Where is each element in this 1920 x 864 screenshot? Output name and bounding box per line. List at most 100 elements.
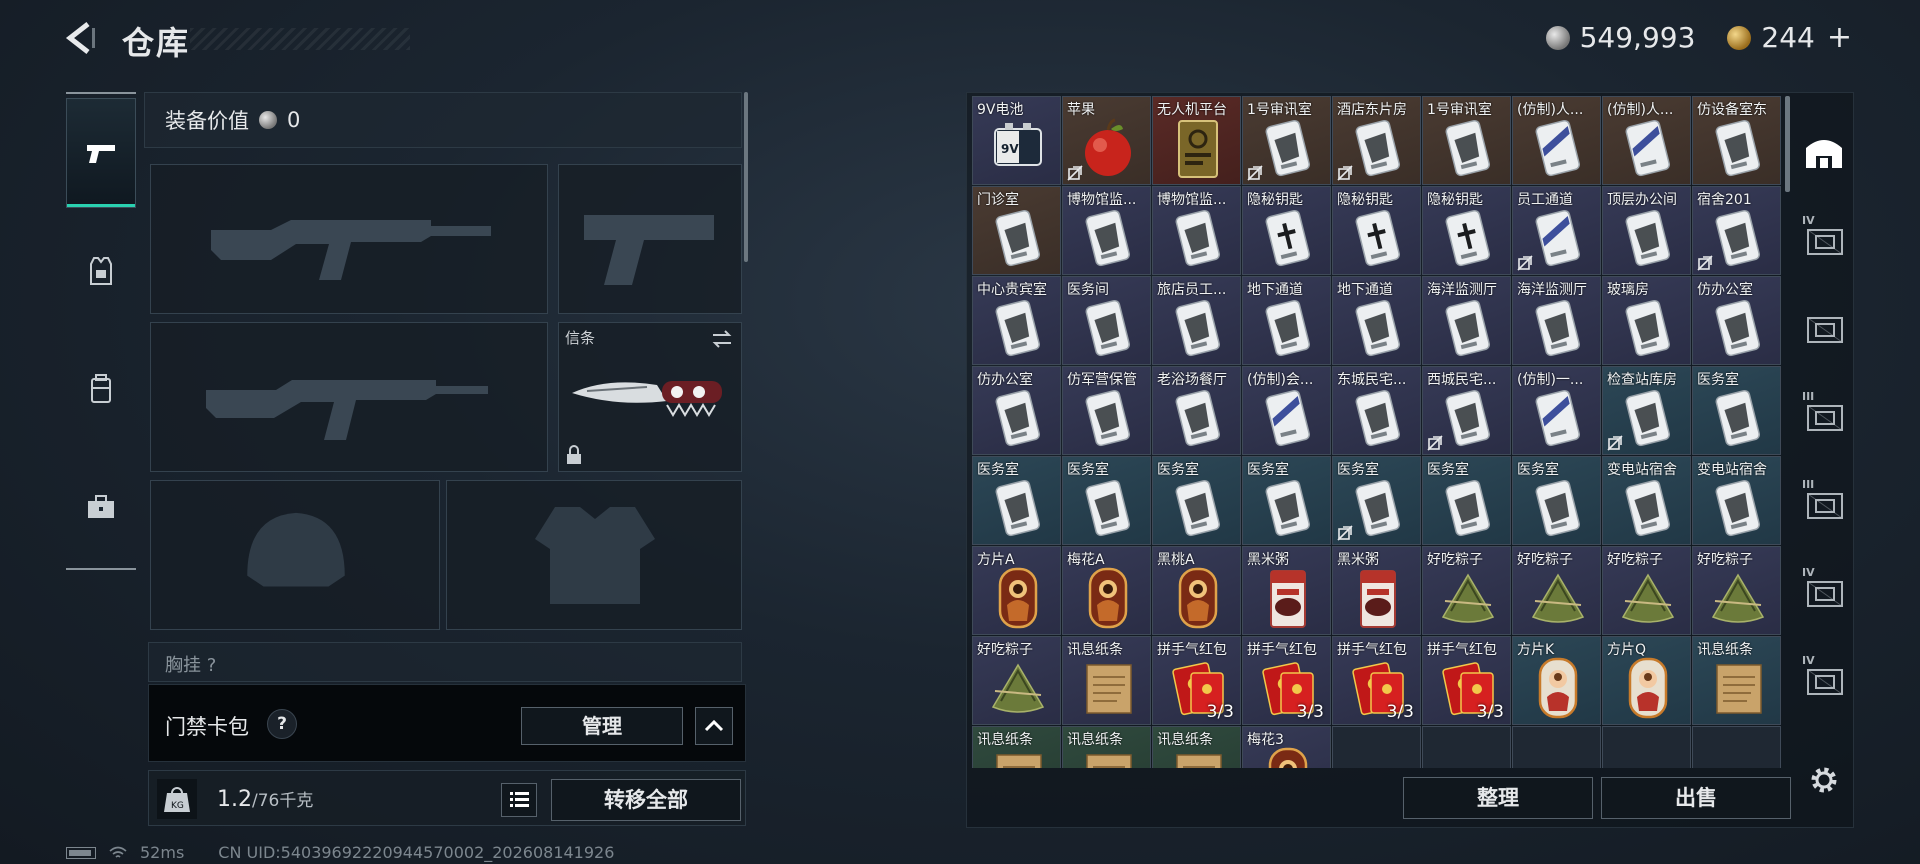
storage-item[interactable]: 拼手气红包 3/3 bbox=[1152, 636, 1241, 725]
pistol-slot[interactable] bbox=[558, 164, 742, 314]
container-tab-5[interactable]: III bbox=[1796, 460, 1852, 548]
storage-item[interactable]: (仿制)一... bbox=[1512, 366, 1601, 455]
storage-item[interactable]: 隐秘钥匙 bbox=[1242, 186, 1331, 275]
storage-item[interactable]: 变电站宿舍 bbox=[1692, 456, 1781, 545]
storage-item[interactable]: 医务室 bbox=[972, 456, 1061, 545]
storage-item[interactable]: 方片A bbox=[972, 546, 1061, 635]
storage-item[interactable]: 医务室 bbox=[1242, 456, 1331, 545]
storage-item[interactable]: 拼手气红包 3/3 bbox=[1332, 636, 1421, 725]
container-tab-7[interactable]: IV bbox=[1796, 636, 1852, 724]
storage-item[interactable]: 博物馆监... bbox=[1062, 186, 1151, 275]
storage-item[interactable]: 方片Q bbox=[1602, 636, 1691, 725]
storage-item[interactable]: 地下通道 bbox=[1242, 276, 1331, 365]
storage-item[interactable]: 黑桃A bbox=[1152, 546, 1241, 635]
empty-storage-slot[interactable] bbox=[1512, 726, 1601, 768]
storage-item[interactable]: 检查站库房 bbox=[1602, 366, 1691, 455]
storage-item[interactable]: 隐秘钥匙 bbox=[1332, 186, 1421, 275]
rail-item-weapons[interactable] bbox=[66, 98, 136, 208]
storage-item[interactable]: 仿办公室 bbox=[1692, 276, 1781, 365]
storage-item[interactable]: 东城民宅... bbox=[1332, 366, 1421, 455]
helmet-slot[interactable] bbox=[150, 480, 440, 630]
storage-item[interactable]: 拼手气红包 3/3 bbox=[1422, 636, 1511, 725]
sort-button[interactable]: 整理 bbox=[1403, 777, 1593, 819]
storage-item[interactable]: 仿办公室 bbox=[972, 366, 1061, 455]
empty-storage-slot[interactable] bbox=[1332, 726, 1421, 768]
storage-item[interactable]: (仿制)人... bbox=[1602, 96, 1691, 185]
container-tab-1[interactable] bbox=[1796, 108, 1852, 196]
storage-item[interactable]: 1号审讯室 bbox=[1242, 96, 1331, 185]
storage-item[interactable]: 玻璃房 bbox=[1602, 276, 1691, 365]
settings-button[interactable] bbox=[1806, 762, 1842, 798]
storage-item[interactable]: 好吃粽子 bbox=[1512, 546, 1601, 635]
storage-item[interactable]: 海洋监测厅 bbox=[1422, 276, 1511, 365]
transfer-all-button[interactable]: 转移全部 bbox=[551, 779, 741, 821]
add-currency-button[interactable]: + bbox=[1827, 20, 1852, 55]
rail-item-toolbox[interactable] bbox=[66, 448, 136, 566]
body-armor-slot[interactable] bbox=[446, 480, 742, 630]
empty-storage-slot[interactable] bbox=[1692, 726, 1781, 768]
storage-item[interactable]: 讯息纸条 bbox=[1152, 726, 1241, 768]
storage-item[interactable]: 博物馆监... bbox=[1152, 186, 1241, 275]
storage-item[interactable]: 9V电池 9V bbox=[972, 96, 1061, 185]
container-tab-4[interactable]: III bbox=[1796, 372, 1852, 460]
storage-item[interactable]: 医务室 bbox=[1422, 456, 1511, 545]
storage-item[interactable]: 好吃粽子 bbox=[1422, 546, 1511, 635]
storage-item[interactable]: 西城民宅... bbox=[1422, 366, 1511, 455]
keycard-help-button[interactable]: ? bbox=[267, 709, 297, 739]
rail-item-backpack[interactable] bbox=[66, 330, 136, 448]
equipment-scrollbar[interactable] bbox=[744, 92, 748, 262]
storage-item[interactable]: 1号审讯室 bbox=[1422, 96, 1511, 185]
container-tab-3[interactable] bbox=[1796, 284, 1852, 372]
storage-item[interactable]: 员工通道 bbox=[1512, 186, 1601, 275]
storage-scrollbar[interactable] bbox=[1785, 96, 1790, 192]
storage-item[interactable]: 隐秘钥匙 bbox=[1422, 186, 1511, 275]
storage-item[interactable]: 方片K bbox=[1512, 636, 1601, 725]
container-tab-2[interactable]: IV bbox=[1796, 196, 1852, 284]
storage-item[interactable]: 讯息纸条 bbox=[1062, 726, 1151, 768]
back-button[interactable] bbox=[64, 20, 100, 56]
storage-item[interactable]: 仿军营保管 bbox=[1062, 366, 1151, 455]
sell-button[interactable]: 出售 bbox=[1601, 777, 1791, 819]
storage-item[interactable]: 医务间 bbox=[1062, 276, 1151, 365]
storage-item[interactable]: 医务室 bbox=[1332, 456, 1421, 545]
storage-item[interactable]: 讯息纸条 bbox=[1692, 636, 1781, 725]
storage-item[interactable]: 梅花3 bbox=[1242, 726, 1331, 768]
storage-item[interactable]: 医务室 bbox=[1062, 456, 1151, 545]
storage-item[interactable]: 老浴场餐厅 bbox=[1152, 366, 1241, 455]
list-view-button[interactable] bbox=[501, 783, 537, 817]
manage-button[interactable]: 管理 bbox=[521, 707, 683, 745]
rail-item-armor[interactable] bbox=[66, 212, 136, 330]
storage-item[interactable]: 旅店员工... bbox=[1152, 276, 1241, 365]
storage-item[interactable]: 好吃粽子 bbox=[1692, 546, 1781, 635]
chest-rig-slot[interactable]: 胸挂 ? bbox=[148, 642, 742, 682]
storage-item[interactable]: 变电站宿舍 bbox=[1602, 456, 1691, 545]
storage-item[interactable]: 医务室 bbox=[1512, 456, 1601, 545]
storage-item[interactable]: 好吃粽子 bbox=[1602, 546, 1691, 635]
collapse-button[interactable] bbox=[695, 707, 733, 745]
storage-item[interactable]: 拼手气红包 3/3 bbox=[1242, 636, 1331, 725]
storage-item[interactable]: 讯息纸条 bbox=[972, 726, 1061, 768]
storage-item[interactable]: 地下通道 bbox=[1332, 276, 1421, 365]
storage-item[interactable]: 医务室 bbox=[1692, 366, 1781, 455]
storage-item[interactable]: 酒店东片房 bbox=[1332, 96, 1421, 185]
storage-item[interactable]: 无人机平台 bbox=[1152, 96, 1241, 185]
empty-storage-slot[interactable] bbox=[1602, 726, 1691, 768]
secondary-weapon-slot[interactable] bbox=[150, 322, 548, 472]
empty-storage-slot[interactable] bbox=[1422, 726, 1511, 768]
storage-item[interactable]: 好吃粽子 bbox=[972, 636, 1061, 725]
storage-item[interactable]: (仿制)人... bbox=[1512, 96, 1601, 185]
storage-item[interactable]: 门诊室 bbox=[972, 186, 1061, 275]
primary-weapon-slot[interactable] bbox=[150, 164, 548, 314]
storage-item[interactable]: (仿制)会... bbox=[1242, 366, 1331, 455]
swap-icon[interactable] bbox=[711, 329, 733, 349]
storage-item[interactable]: 中心贵宾室 bbox=[972, 276, 1061, 365]
container-tab-6[interactable]: IV bbox=[1796, 548, 1852, 636]
storage-item[interactable]: 黑米粥 bbox=[1242, 546, 1331, 635]
storage-item[interactable]: 海洋监测厅 bbox=[1512, 276, 1601, 365]
storage-item[interactable]: 梅花A bbox=[1062, 546, 1151, 635]
storage-item[interactable]: 讯息纸条 bbox=[1062, 636, 1151, 725]
melee-slot[interactable]: 信条 bbox=[558, 322, 742, 472]
storage-item[interactable]: 仿设备室东 bbox=[1692, 96, 1781, 185]
storage-item[interactable]: 黑米粥 bbox=[1332, 546, 1421, 635]
storage-item[interactable]: 苹果 bbox=[1062, 96, 1151, 185]
